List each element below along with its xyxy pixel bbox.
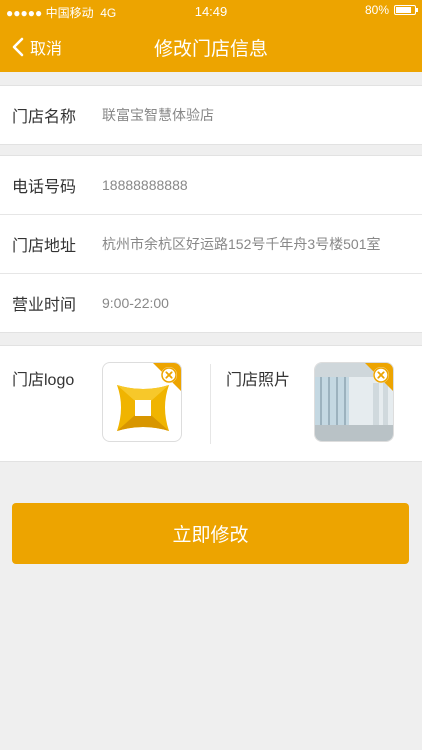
battery-icon — [394, 5, 418, 15]
clock: 14:49 — [194, 4, 228, 19]
remove-logo-button[interactable] — [161, 367, 177, 383]
hours-label: 营业时间 — [12, 297, 77, 314]
hours-field[interactable]: 9:00-22:00 — [102, 295, 169, 311]
contact-section: 电话号码 18888888888 门店地址 杭州市余杭区好运路152号千年舟3号… — [0, 155, 422, 333]
page-title: 修改门店信息 — [153, 39, 268, 60]
store-name-row[interactable]: 门店名称 联富宝智慧体验店 — [0, 86, 422, 144]
photo-label: 门店照片 — [226, 372, 291, 389]
store-name-field[interactable]: 联富宝智慧体验店 — [102, 105, 214, 125]
nav-bar: 取消 修改门店信息 — [0, 22, 422, 72]
phone-label: 电话号码 — [12, 179, 77, 196]
phone-field[interactable]: 18888888888 — [102, 177, 188, 193]
address-label: 门店地址 — [12, 238, 77, 255]
close-circle-icon — [373, 367, 389, 383]
address-row[interactable]: 门店地址 杭州市余杭区好运路152号千年舟3号楼501室 — [0, 215, 422, 274]
store-photo-thumbnail[interactable] — [314, 362, 394, 442]
address-field[interactable]: 杭州市余杭区好运路152号千年舟3号楼501室 — [102, 234, 381, 254]
media-section: 门店logo 门店照片 — [0, 345, 422, 462]
remove-photo-button[interactable] — [373, 367, 389, 383]
close-circle-icon — [161, 367, 177, 383]
media-divider — [210, 364, 211, 444]
status-bar: ●●●●● 中国移动 4G 14:49 80% — [0, 0, 422, 22]
logo-thumbnail[interactable] — [102, 362, 182, 442]
hours-row[interactable]: 营业时间 9:00-22:00 — [0, 274, 422, 332]
store-name-label: 门店名称 — [12, 109, 77, 126]
logo-label: 门店logo — [12, 372, 75, 389]
app-header: ●●●●● 中国移动 4G 14:49 80% 取消 修改门店信息 — [0, 0, 422, 72]
battery-percentage: 80% — [364, 3, 389, 17]
phone-row[interactable]: 电话号码 18888888888 — [0, 156, 422, 215]
submit-button[interactable]: 立即修改 — [12, 503, 409, 564]
store-name-section: 门店名称 联富宝智慧体验店 — [0, 85, 422, 145]
